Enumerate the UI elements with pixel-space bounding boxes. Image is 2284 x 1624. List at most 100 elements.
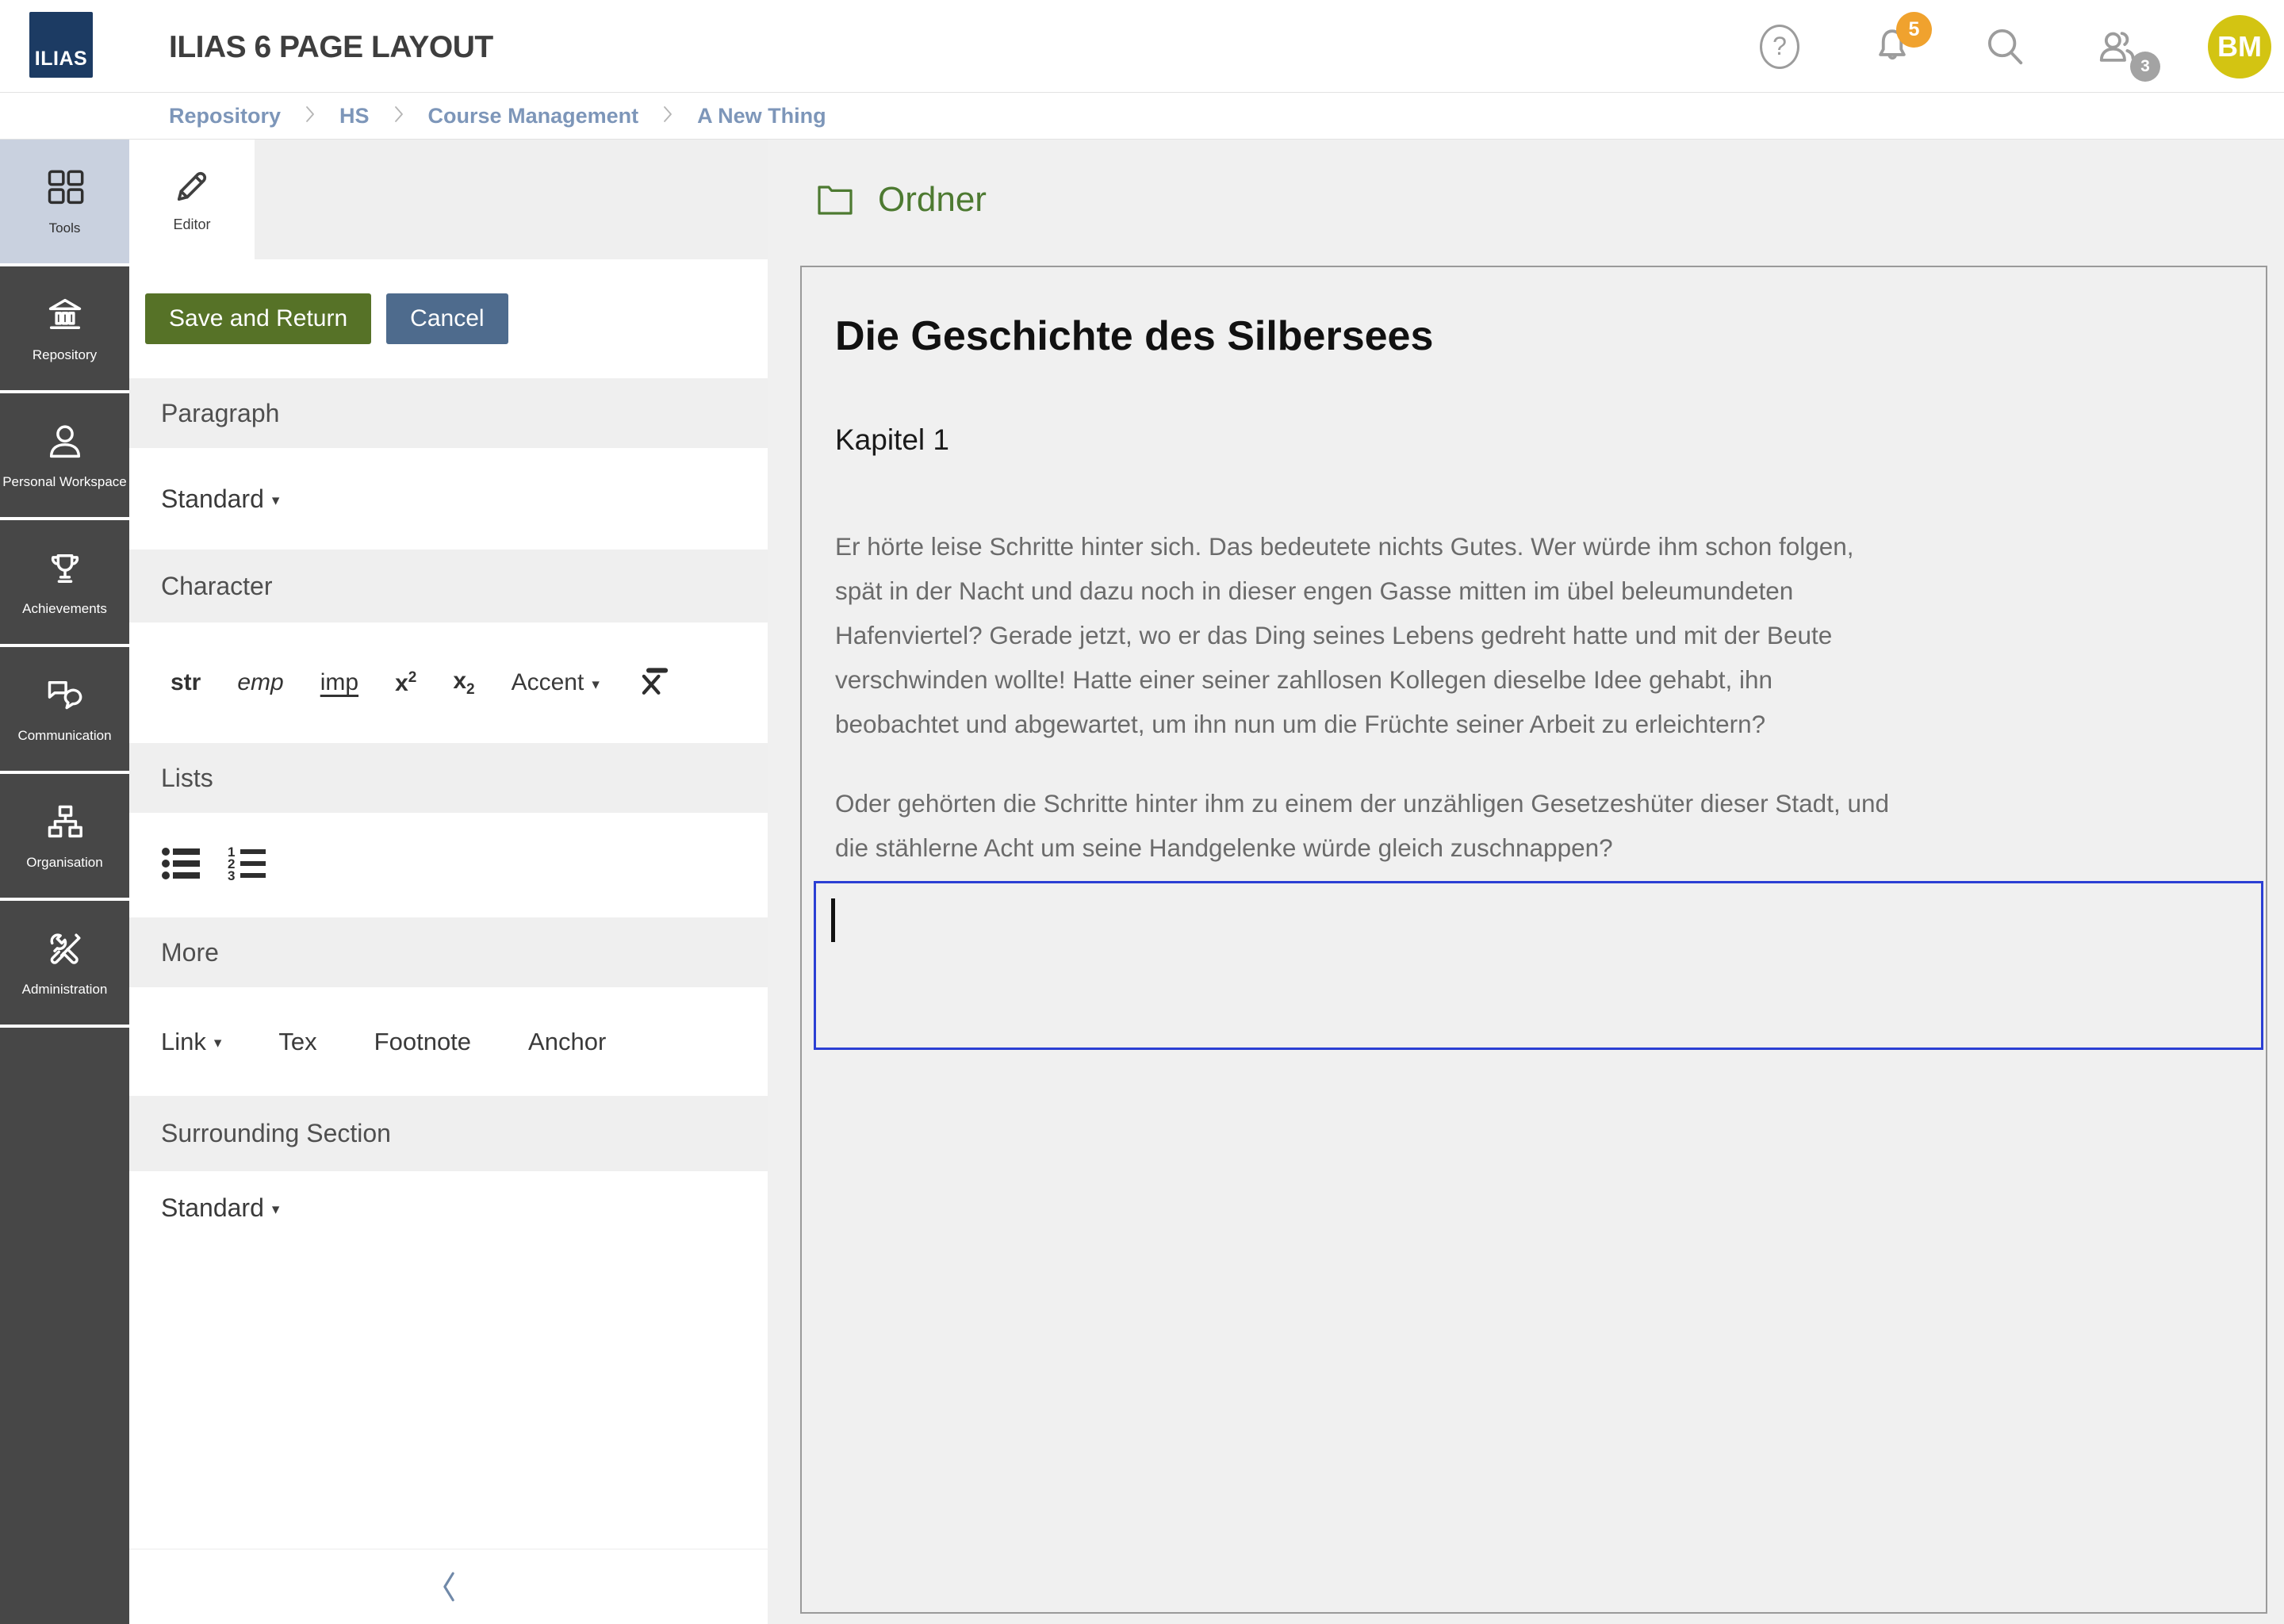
chevron-right-icon bbox=[661, 104, 674, 128]
sup-script: 2 bbox=[408, 669, 417, 686]
pencil-icon bbox=[171, 166, 213, 207]
top-bar: ILIAS ILIAS 6 PAGE LAYOUT ? 5 bbox=[0, 0, 2284, 93]
editor-tab-strip: Editor bbox=[129, 140, 768, 259]
anchor-button[interactable]: Anchor bbox=[528, 1028, 606, 1056]
lists-toolbar: 1 2 3 bbox=[129, 813, 768, 917]
bullet-list-button[interactable] bbox=[161, 845, 202, 887]
sidebar-item-label: Administration bbox=[21, 982, 109, 998]
link-label: Link bbox=[161, 1028, 206, 1056]
chevron-down-icon: ▾ bbox=[272, 488, 280, 510]
more-section-header: More bbox=[129, 917, 768, 987]
strong-button[interactable]: str bbox=[171, 669, 201, 696]
help-icon: ? bbox=[1760, 25, 1799, 69]
breadcrumb-item-hs[interactable]: HS bbox=[339, 104, 370, 128]
chevron-left-icon bbox=[435, 1569, 462, 1604]
tex-button[interactable]: Tex bbox=[278, 1028, 316, 1056]
document-chapter-heading[interactable]: Kapitel 1 bbox=[835, 423, 2242, 458]
document-paragraph[interactable]: Oder gehörten die Schritte hinter ihm zu… bbox=[835, 781, 2242, 870]
notifications-button[interactable]: 5 bbox=[1870, 23, 1914, 71]
ilias-logo[interactable]: ILIAS bbox=[29, 12, 93, 78]
active-paragraph-editor[interactable] bbox=[814, 881, 2263, 1050]
sidebar-item-repository[interactable]: Repository bbox=[0, 266, 129, 390]
paragraph-style-dropdown[interactable]: Standard ▾ bbox=[161, 485, 279, 514]
sidebar-item-label: Repository bbox=[31, 347, 98, 363]
character-toolbar: str emp imp x2 x2 Accent ▾ bbox=[129, 622, 768, 743]
trophy-icon bbox=[43, 548, 87, 589]
sub-base: x bbox=[453, 668, 466, 694]
surrounding-style-value: Standard bbox=[161, 1193, 264, 1223]
footnote-button[interactable]: Footnote bbox=[374, 1028, 471, 1056]
character-section-header: Character bbox=[129, 550, 768, 622]
sidebar-item-achievements[interactable]: Achievements bbox=[0, 520, 129, 644]
accent-dropdown[interactable]: Accent ▾ bbox=[512, 669, 600, 696]
breadcrumb-item-a-new-thing[interactable]: A New Thing bbox=[697, 104, 826, 128]
chevron-down-icon: ▾ bbox=[272, 1197, 280, 1219]
page-title-header: ILIAS 6 PAGE LAYOUT bbox=[169, 27, 493, 65]
emphasis-button[interactable]: emp bbox=[237, 669, 283, 696]
online-users-badge: 3 bbox=[2130, 52, 2160, 82]
document-paragraph[interactable]: Er hörte leise Schritte hinter sich. Das… bbox=[835, 524, 2242, 746]
breadcrumb-item-course-management[interactable]: Course Management bbox=[428, 104, 639, 128]
folder-icon bbox=[816, 183, 854, 216]
tab-editor[interactable]: Editor bbox=[129, 140, 255, 259]
sidebar-item-label: Organisation bbox=[25, 855, 104, 871]
clear-formatting-button[interactable] bbox=[636, 665, 669, 702]
search-button[interactable] bbox=[1983, 23, 2027, 71]
help-button[interactable]: ? bbox=[1757, 23, 1802, 71]
main-row: Tools Repository Personal Workspace bbox=[0, 140, 2284, 1624]
surrounding-style-dropdown[interactable]: Standard ▾ bbox=[161, 1193, 768, 1223]
sidebar-item-label: Personal Workspace bbox=[1, 474, 128, 490]
paragraph-style-value: Standard bbox=[161, 485, 264, 514]
lists-section-header: Lists bbox=[129, 743, 768, 813]
chevron-down-icon: ▾ bbox=[214, 1031, 222, 1052]
main-sidebar: Tools Repository Personal Workspace bbox=[0, 140, 129, 1624]
chat-bubbles-icon bbox=[43, 675, 87, 716]
org-chart-icon bbox=[43, 802, 87, 843]
object-title: Ordner bbox=[878, 180, 987, 220]
important-button[interactable]: imp bbox=[320, 669, 358, 696]
breadcrumb: Repository HS Course Management A New Th… bbox=[0, 93, 2284, 140]
save-and-return-button[interactable]: Save and Return bbox=[145, 293, 371, 344]
paragraph-section-header: Paragraph bbox=[129, 378, 768, 448]
header-icon-group: ? 5 bbox=[1757, 0, 2271, 93]
avatar-initials: BM bbox=[2217, 30, 2262, 63]
document-title[interactable]: Die Geschichte des Silbersees bbox=[835, 312, 2242, 361]
bullet-list-icon bbox=[161, 845, 202, 883]
numbered-list-button[interactable]: 1 2 3 bbox=[228, 845, 269, 887]
breadcrumb-item-repository[interactable]: Repository bbox=[169, 104, 281, 128]
user-avatar[interactable]: BM bbox=[2208, 15, 2271, 79]
accent-label: Accent bbox=[512, 669, 584, 696]
chevron-right-icon bbox=[304, 104, 316, 128]
sidebar-item-organisation[interactable]: Organisation bbox=[0, 774, 129, 898]
subscript-button[interactable]: x2 bbox=[453, 668, 474, 699]
search-icon bbox=[1983, 25, 2026, 68]
link-dropdown[interactable]: Link ▾ bbox=[161, 1028, 221, 1056]
sup-base: x bbox=[395, 670, 408, 696]
sidebar-item-tools[interactable]: Tools bbox=[0, 140, 129, 263]
crossed-tools-icon bbox=[43, 929, 87, 970]
sidebar-item-personal-workspace[interactable]: Personal Workspace bbox=[0, 393, 129, 517]
more-toolbar: Link ▾ Tex Footnote Anchor bbox=[129, 987, 768, 1096]
paragraph-style-row: Standard ▾ bbox=[129, 448, 768, 550]
page-content: Ordner Die Geschichte des Silbersees Kap… bbox=[768, 140, 2284, 1624]
person-icon bbox=[43, 421, 87, 462]
sub-script: 2 bbox=[466, 681, 475, 698]
grid-icon bbox=[43, 167, 87, 209]
sidebar-filler bbox=[0, 1028, 129, 1624]
online-users-button[interactable]: 3 bbox=[2095, 23, 2140, 71]
numbered-list-icon: 1 2 3 bbox=[228, 845, 269, 883]
editor-tab-label: Editor bbox=[173, 216, 210, 233]
notification-badge: 5 bbox=[1896, 12, 1932, 48]
svg-text:3: 3 bbox=[228, 868, 235, 883]
sidebar-item-label: Communication bbox=[16, 728, 113, 744]
surrounding-section-body: Standard ▾ bbox=[129, 1171, 768, 1549]
collapse-panel-button[interactable] bbox=[129, 1549, 768, 1624]
bank-icon bbox=[43, 294, 87, 335]
sidebar-item-label: Tools bbox=[48, 220, 82, 236]
cancel-button[interactable]: Cancel bbox=[386, 293, 508, 344]
clear-format-icon bbox=[636, 665, 669, 698]
sidebar-item-administration[interactable]: Administration bbox=[0, 901, 129, 1025]
superscript-button[interactable]: x2 bbox=[395, 669, 416, 697]
sidebar-item-communication[interactable]: Communication bbox=[0, 647, 129, 771]
editor-actions: Save and Return Cancel bbox=[129, 259, 768, 378]
